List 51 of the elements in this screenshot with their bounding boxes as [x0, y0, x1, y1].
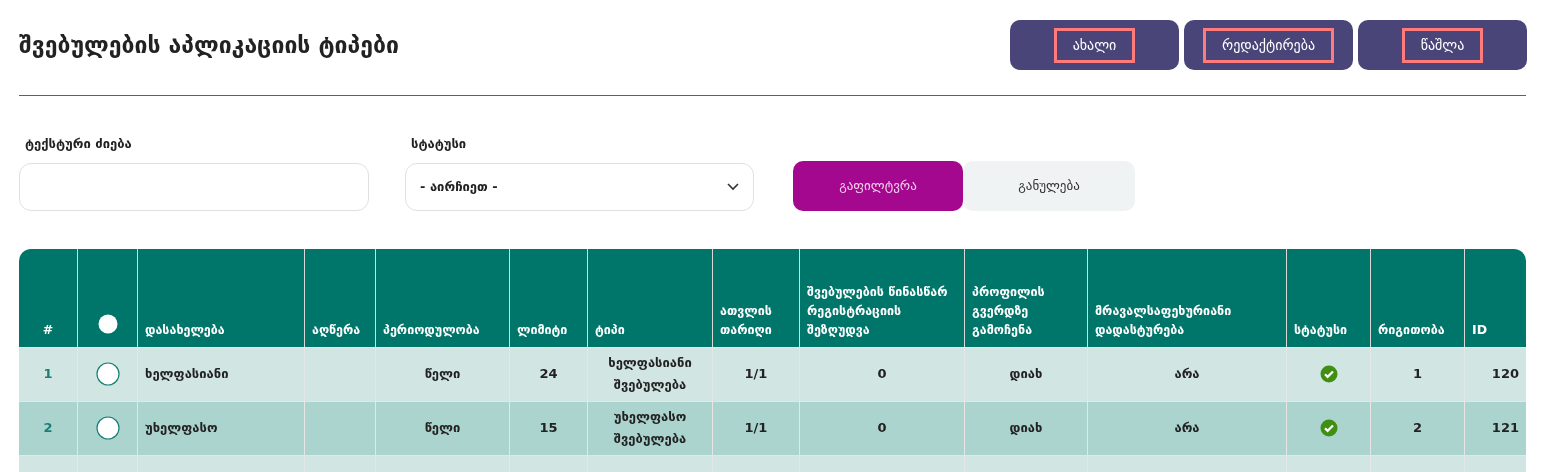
column-header: ID — [1472, 320, 1488, 339]
column-header: რიგითობა — [1378, 320, 1445, 339]
page-title: შვებულების აპლიკაციის ტიპები — [19, 31, 399, 60]
select-all-radio[interactable] — [97, 313, 118, 334]
action-button[interactable]: ახალი — [1010, 20, 1179, 70]
table-cell-text: 2 — [43, 419, 53, 437]
column-header: პერიოდულობა — [383, 320, 480, 339]
table-cell-text: არა — [1174, 365, 1200, 383]
table-cell-text: უხელფასო — [145, 419, 218, 437]
action-button[interactable]: წაშლა — [1358, 20, 1527, 70]
table-cell-text: ხელფასიანი შვებულება — [607, 354, 693, 394]
field-label: ტექსტური ძიება — [25, 135, 133, 153]
column-header: აღწერა — [312, 320, 361, 339]
table-cell-text: დიახ — [1009, 419, 1043, 437]
table-cell-text: დიახ — [1009, 365, 1043, 383]
table-cell-text: წელი — [424, 419, 461, 437]
action-button[interactable]: რედაქტირება — [1184, 20, 1353, 70]
table-cell-text: 0 — [877, 419, 887, 437]
table-cell-text: 24 — [539, 365, 558, 383]
table-cell-text: 1 — [1412, 365, 1422, 383]
field-label: სტატუსი — [411, 135, 468, 153]
chevron-down-icon — [727, 182, 739, 191]
filter-button[interactable]: გაფილტვრა — [793, 160, 963, 211]
table-cell-text: 1/1 — [744, 365, 768, 383]
table-cell-text: 0 — [877, 365, 887, 383]
table-cell-text: 2 — [1412, 419, 1422, 437]
reset-button[interactable]: განულება — [963, 160, 1135, 211]
row-radio[interactable] — [95, 416, 120, 440]
table-cell-text: 1/1 — [744, 419, 768, 437]
table-cell-text: არა — [1174, 419, 1200, 437]
table-row[interactable]: 1 ხელფასიანი წელი 24 ხელფასიანი შვებულება 1/1 0 დიახ არა 1 120 — [19, 346, 1526, 401]
row-radio[interactable] — [95, 362, 120, 386]
column-header: ათვლის თარიღი — [720, 301, 773, 339]
table-cell-text: 120 — [1491, 365, 1519, 383]
column-header: ლიმიტი — [517, 320, 568, 339]
column-header: სტატუსი — [1294, 320, 1348, 339]
column-header: დასახელება — [145, 320, 225, 339]
search-field[interactable] — [19, 162, 369, 211]
column-header: შვებულების წინასწარ რეგისტრაციის შეზღუდვა — [807, 282, 949, 339]
table-cell-text: 1 — [43, 365, 53, 383]
column-header: პროფილის გვერდზე გამოჩენა — [972, 282, 1046, 339]
table-cell-text: წელი — [424, 365, 461, 383]
column-header: # — [42, 320, 54, 339]
column-header: ტიპი — [595, 320, 625, 339]
table-cell-text: უხელფასო შვებულება — [612, 408, 688, 448]
status-select[interactable]: - აირჩიეთ - — [405, 162, 754, 211]
table-cell-text: ხელფასიანი — [145, 365, 229, 383]
column-header: მრავალსაფეხურიანი დადასტურება — [1095, 301, 1233, 339]
table-cell-text: 15 — [539, 419, 558, 437]
table-cell-text: 121 — [1491, 419, 1519, 437]
table-row[interactable]: 2 უხელფასო წელი 15 უხელფასო შვებულება 1/1 0 დიახ არა 2 121 — [19, 400, 1526, 455]
